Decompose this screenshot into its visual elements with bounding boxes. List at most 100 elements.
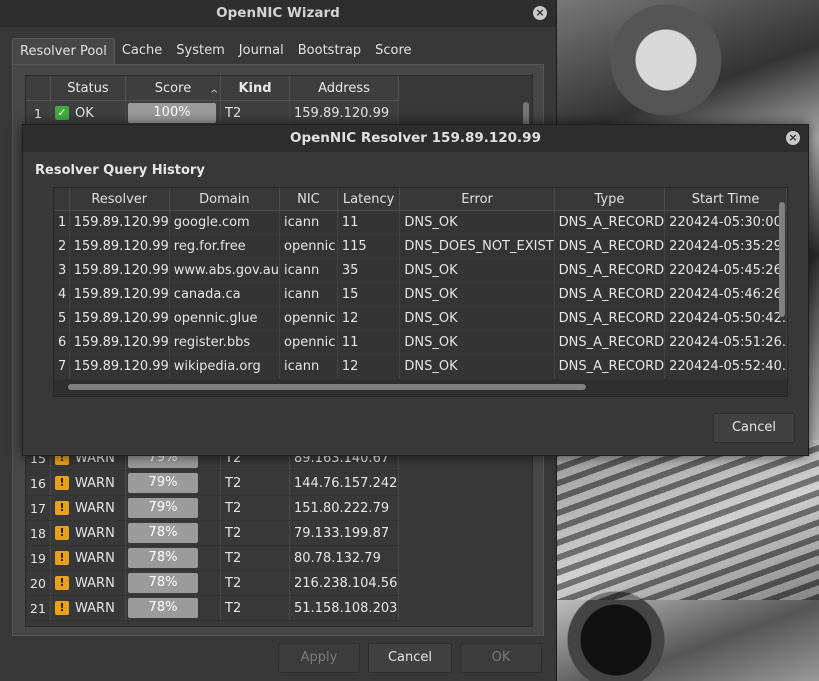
table-row[interactable]: 1 159.89.120.99 google.com icann 11 DNS_OK DNS… bbox=[54, 210, 787, 235]
column-type[interactable]: Type bbox=[554, 188, 666, 211]
check-icon: ✓ bbox=[55, 106, 69, 120]
table-row[interactable]: 18! WARN 78% T2 79.133.199.87 bbox=[26, 520, 399, 546]
latency-cell: 12 bbox=[337, 306, 401, 331]
tab-score[interactable]: Score bbox=[368, 38, 418, 64]
table-row[interactable]: 5 159.89.120.99 opennic.glue opennic 12 DNS_O… bbox=[54, 306, 787, 331]
type-cell: DNS_A_RECORD bbox=[554, 330, 666, 355]
table-row[interactable]: 6 159.89.120.99 register.bbs opennic 11 DNS_O… bbox=[54, 330, 787, 355]
kind-cell: T2 bbox=[220, 495, 290, 521]
tab-journal[interactable]: Journal bbox=[232, 38, 291, 64]
address-cell: 151.80.222.79 bbox=[289, 495, 399, 521]
status-text: WARN bbox=[75, 550, 115, 566]
row-number: 3 bbox=[54, 258, 70, 283]
address-cell: 159.89.120.99 bbox=[289, 100, 399, 126]
table-row[interactable]: 16! WARN 79% T2 144.76.157.242 bbox=[26, 470, 399, 496]
nic-cell: opennic bbox=[279, 234, 338, 259]
error-cell: DNS_DOES_NOT_EXIST bbox=[399, 234, 555, 259]
ok-button[interactable]: OK bbox=[460, 643, 542, 673]
start-time-cell: 220424-05:45:26. bbox=[664, 258, 787, 283]
close-icon[interactable]: × bbox=[786, 131, 800, 145]
cancel-button[interactable]: Cancel bbox=[368, 643, 452, 673]
score-bar: 78% bbox=[128, 598, 198, 618]
column-score[interactable]: Score bbox=[125, 76, 221, 101]
kind-cell: T2 bbox=[220, 470, 290, 496]
tab-resolver-pool[interactable]: Resolver Pool bbox=[12, 38, 115, 64]
row-number: 6 bbox=[54, 330, 70, 355]
start-time-cell: 220424-05:52:40. bbox=[664, 354, 787, 379]
error-cell: DNS_OK bbox=[399, 330, 555, 355]
column-status[interactable]: Status bbox=[50, 76, 126, 101]
warning-icon: ! bbox=[55, 551, 69, 565]
dialog-titlebar[interactable]: OpenNIC Resolver 159.89.120.99 × bbox=[23, 125, 808, 152]
type-cell: DNS_A_RECORD bbox=[554, 258, 666, 283]
row-number: 2 bbox=[54, 234, 70, 259]
column-nic[interactable]: NIC bbox=[279, 188, 338, 211]
vertical-scrollbar[interactable] bbox=[779, 202, 785, 317]
column-resolver[interactable]: Resolver bbox=[69, 188, 170, 211]
resolver-dialog: OpenNIC Resolver 159.89.120.99 × Resolve… bbox=[22, 124, 809, 456]
column-kind[interactable]: Kind bbox=[220, 76, 290, 101]
column-address[interactable]: Address bbox=[289, 76, 399, 101]
warning-icon: ! bbox=[55, 526, 69, 540]
table-row[interactable]: 2 159.89.120.99 reg.for.free opennic 115 DNS_… bbox=[54, 234, 787, 259]
row-number: 7 bbox=[54, 354, 70, 379]
tab-cache[interactable]: Cache bbox=[115, 38, 169, 64]
row-number: 4 bbox=[54, 282, 70, 307]
score-bar: 78% bbox=[128, 573, 198, 593]
tab-bootstrap[interactable]: Bootstrap bbox=[291, 38, 368, 64]
kind-cell: T2 bbox=[220, 595, 290, 621]
latency-cell: 15 bbox=[337, 282, 401, 307]
table-row[interactable]: 1 ✓ OK 100% T2 159.89.120.99 bbox=[26, 100, 399, 126]
type-cell: DNS_A_RECORD bbox=[554, 282, 666, 307]
column-latency[interactable]: Latency bbox=[337, 188, 401, 211]
resolver-cell: 159.89.120.99 bbox=[69, 210, 170, 235]
column-start-time[interactable]: Start Time bbox=[664, 188, 787, 211]
table-row[interactable]: 21! WARN 78% T2 51.158.108.203 bbox=[26, 595, 399, 621]
column-domain[interactable]: Domain bbox=[169, 188, 280, 211]
nic-cell: icann bbox=[279, 354, 338, 379]
row-number: 16 bbox=[26, 470, 51, 496]
dialog-cancel-button[interactable]: Cancel bbox=[713, 413, 795, 443]
domain-cell: reg.for.free bbox=[169, 234, 280, 259]
address-cell: 51.158.108.203 bbox=[289, 595, 399, 621]
nic-cell: opennic bbox=[279, 330, 338, 355]
table-row[interactable]: 3 159.89.120.99 www.abs.gov.au icann 35 DNS_O… bbox=[54, 258, 787, 283]
table-row[interactable]: 19! WARN 78% T2 80.78.132.79 bbox=[26, 545, 399, 571]
domain-cell: google.com bbox=[169, 210, 280, 235]
kind-cell: T2 bbox=[220, 570, 290, 596]
start-time-cell: 220424-05:51:26. bbox=[664, 330, 787, 355]
table-row[interactable]: 17! WARN 79% T2 151.80.222.79 bbox=[26, 495, 399, 521]
kind-cell: T2 bbox=[220, 100, 290, 126]
dialog-title: OpenNIC Resolver 159.89.120.99 bbox=[290, 130, 541, 146]
warning-icon: ! bbox=[55, 601, 69, 615]
column-error[interactable]: Error bbox=[399, 188, 555, 211]
status-text: WARN bbox=[75, 500, 115, 516]
status-text: WARN bbox=[75, 600, 115, 616]
tab-system[interactable]: System bbox=[169, 38, 231, 64]
horizontal-scrollbar[interactable] bbox=[68, 384, 586, 390]
error-cell: DNS_OK bbox=[399, 282, 555, 307]
row-number: 17 bbox=[26, 495, 51, 521]
resolver-cell: 159.89.120.99 bbox=[69, 306, 170, 331]
warning-icon: ! bbox=[55, 576, 69, 590]
address-cell: 79.133.199.87 bbox=[289, 520, 399, 546]
query-history-table[interactable]: Resolver Domain NIC Latency Error Type S… bbox=[53, 187, 788, 397]
table-row[interactable]: 4 159.89.120.99 canada.ca icann 15 DNS_OK DNS_… bbox=[54, 282, 787, 307]
domain-cell: canada.ca bbox=[169, 282, 280, 307]
latency-cell: 11 bbox=[337, 330, 401, 355]
nic-cell: icann bbox=[279, 210, 338, 235]
close-icon[interactable]: × bbox=[533, 6, 547, 20]
start-time-cell: 220424-05:30:00. bbox=[664, 210, 787, 235]
resolver-cell: 159.89.120.99 bbox=[69, 234, 170, 259]
status-text: OK bbox=[75, 105, 94, 121]
score-bar: 79% bbox=[128, 498, 198, 518]
resolver-cell: 159.89.120.99 bbox=[69, 258, 170, 283]
table-row[interactable]: 20! WARN 78% T2 216.238.104.56 bbox=[26, 570, 399, 596]
status-text: WARN bbox=[75, 475, 115, 491]
domain-cell: opennic.glue bbox=[169, 306, 280, 331]
table-row[interactable]: 7 159.89.120.99 wikipedia.org icann 12 DNS_OK… bbox=[54, 354, 787, 379]
resolver-cell: 159.89.120.99 bbox=[69, 282, 170, 307]
row-number: 1 bbox=[54, 210, 70, 235]
apply-button[interactable]: Apply bbox=[278, 643, 360, 673]
wizard-titlebar[interactable]: OpenNIC Wizard × bbox=[0, 0, 556, 27]
